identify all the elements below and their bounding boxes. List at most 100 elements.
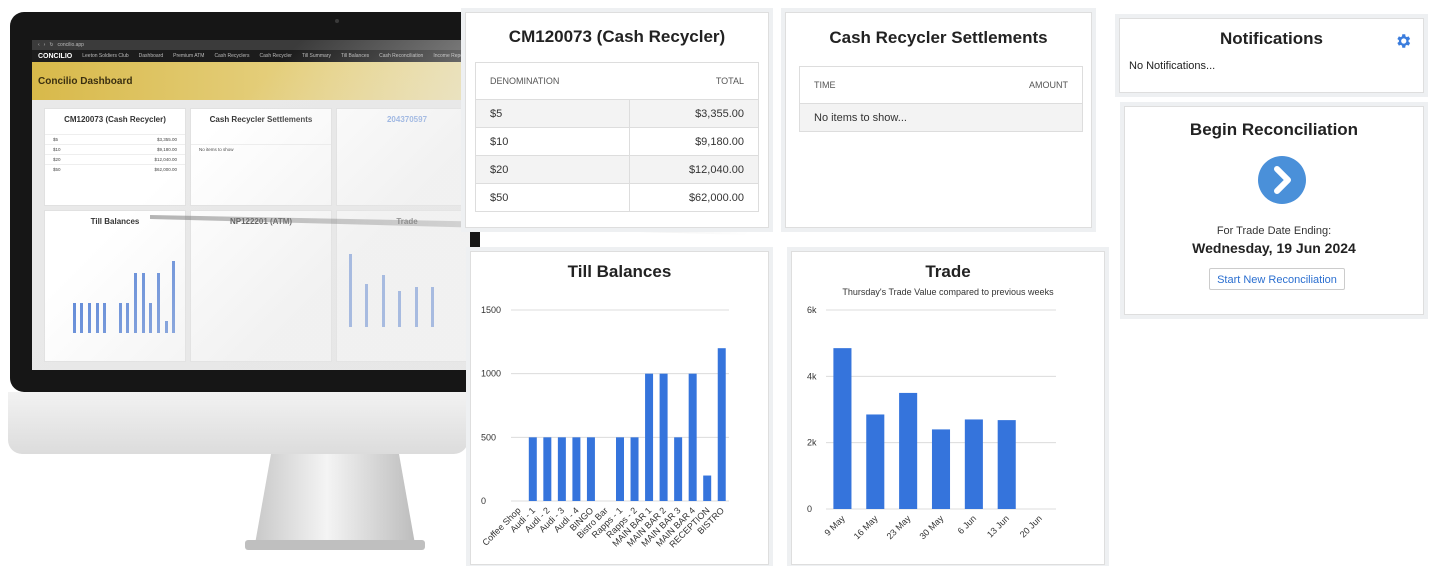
- card-title: Begin Reconciliation: [1189, 120, 1359, 139]
- mini-bar: [414, 286, 418, 327]
- denomination-cell: $20: [476, 155, 631, 184]
- mini-nav-bar: CONCILIO Leeton Soldiers Club Dashboard …: [32, 50, 470, 62]
- x-tick-label: 20 Jun: [1018, 513, 1044, 539]
- bar: [543, 437, 552, 501]
- card-notifications: Notifications No Notifications...: [1119, 18, 1424, 93]
- mini-bar: [164, 321, 168, 333]
- mini-nav-item: Income Report: [433, 53, 467, 59]
- denomination-cell: $50: [476, 183, 631, 211]
- card-trade: Trade Thursday's Trade Value compared to…: [791, 251, 1105, 565]
- bar: [833, 348, 852, 509]
- y-tick-label: 0: [481, 496, 486, 506]
- y-tick-label: 2k: [807, 438, 817, 448]
- trade-date-value: Wednesday, 19 Jun 2024: [1192, 240, 1356, 256]
- denomination-table: DENOMINATION TOTAL $5 $3,355.00 $10 $9,1…: [476, 63, 758, 211]
- denomination-table-wrap: DENOMINATION TOTAL $5 $3,355.00 $10 $9,1…: [475, 62, 759, 212]
- mini-nav-item: Cash Recyclers: [214, 53, 250, 59]
- start-new-reconciliation-button[interactable]: Start New Reconciliation: [1209, 268, 1345, 290]
- trade-date-label: For Trade Date Ending:: [1216, 225, 1332, 237]
- gear-icon[interactable]: [1394, 32, 1412, 50]
- card-title: CM120073 (Cash Recycler): [508, 27, 726, 46]
- mini-card-title: CM120073 (Cash Recycler): [64, 115, 166, 124]
- y-tick-label: 1000: [481, 369, 501, 379]
- monitor-stand-foot: [245, 540, 425, 550]
- table-row: $5 $3,355.00: [476, 99, 758, 128]
- camera-dot: [335, 19, 339, 23]
- mini-url: concilio.app: [57, 42, 84, 48]
- monitor-chin: [8, 392, 468, 454]
- mini-row: $50 $62,000.00: [45, 164, 185, 174]
- mini-row: $10 $9,180.00: [45, 144, 185, 154]
- bar: [866, 414, 885, 509]
- column-header-total: TOTAL: [629, 63, 758, 100]
- mini-chart: [65, 243, 180, 333]
- mini-row: $5 $3,355.00: [45, 134, 185, 144]
- mini-back-icon: ‹: [38, 42, 40, 48]
- denomination-cell: $10: [476, 127, 631, 156]
- bar: [616, 437, 624, 501]
- x-tick-label: 9 May: [822, 513, 847, 538]
- x-tick-label: 13 Jun: [985, 513, 1011, 539]
- mini-nav-item: Cash Recycler: [259, 53, 292, 59]
- bar: [964, 419, 983, 509]
- chevron-right-glyph: [1274, 166, 1291, 194]
- mini-reload-icon: ↻: [49, 42, 54, 48]
- card-cash-recycler: CM120073 (Cash Recycler) DENOMINATION TO…: [465, 12, 769, 228]
- mini-nav-item: Till Summary: [301, 53, 331, 59]
- empty-state-text: No Notifications...: [1129, 60, 1216, 72]
- table-row: $10 $9,180.00: [476, 127, 758, 156]
- mini-bar: [398, 291, 402, 327]
- monitor-mockup: ‹ › ↻ concilio.app CONCILIO Leeton Soldi…: [0, 0, 480, 566]
- bar: [572, 437, 581, 501]
- mini-browser-bar: ‹ › ↻ concilio.app: [32, 40, 470, 50]
- mini-nav-item: Till Balances: [340, 53, 370, 59]
- card-settlements: Cash Recycler Settlements TIME AMOUNT No…: [785, 12, 1092, 228]
- mini-bar: [365, 284, 369, 327]
- chevron-right-icon[interactable]: [1258, 156, 1306, 204]
- table-row: $50 $62,000.00: [476, 183, 758, 211]
- mini-nav-item: Dashboard: [138, 53, 164, 59]
- bar: [645, 373, 654, 501]
- mini-bar: [72, 303, 76, 333]
- empty-state-text: No items to show...: [800, 103, 1082, 131]
- x-tick-label: 23 May: [885, 513, 913, 541]
- table-row: No items to show...: [800, 103, 1082, 131]
- mini-bar: [172, 261, 176, 333]
- y-tick-label: 4k: [807, 371, 817, 381]
- trade-chart: 0 2k 4k 6k 9 May 16 May 23 May 30 May 6 Jun 13 Ju…: [807, 305, 1056, 541]
- card-title: Cash Recycler Settlements: [829, 28, 1048, 47]
- mini-card-trade: Trade: [336, 210, 470, 362]
- bar: [997, 420, 1016, 509]
- y-tick-label: 500: [481, 432, 496, 442]
- mini-card-title: Cash Recycler Settlements: [209, 115, 313, 124]
- settlements-table: TIME AMOUNT No items to show...: [800, 67, 1082, 131]
- denomination-cell: $5: [476, 99, 631, 128]
- mini-card-title: 204370597: [386, 115, 428, 124]
- mini-bar: [381, 274, 385, 327]
- mini-bar: [134, 273, 137, 333]
- x-tick-label: 6 Jun: [956, 513, 979, 536]
- mini-bar: [141, 273, 145, 333]
- table-row: $20 $12,040.00: [476, 155, 758, 184]
- bar: [688, 373, 697, 501]
- mini-bar: [103, 303, 107, 333]
- mini-card-settlements: Cash Recycler Settlements No items to sh…: [190, 108, 332, 206]
- bar: [528, 437, 537, 501]
- bar: [659, 373, 668, 501]
- mini-card-atm: NP122201 (ATM): [190, 210, 332, 362]
- mini-nav-item: Cash Reconciliation: [379, 53, 424, 59]
- bar: [703, 475, 712, 501]
- card-till-balances: Till Balances 0 500 1000 1500 Coffee Shop Aud…: [470, 251, 769, 565]
- mini-card-atm-number: 204370597: [336, 108, 470, 206]
- table-header-row: TIME AMOUNT: [800, 67, 1082, 104]
- mini-bar: [118, 303, 122, 333]
- total-cell: $12,040.00: [629, 155, 758, 184]
- mini-bar: [80, 303, 84, 333]
- mini-nav-item: Premium ATM: [173, 53, 205, 59]
- mini-bar: [88, 303, 91, 333]
- mini-bar: [149, 303, 153, 333]
- mini-chart: [349, 237, 464, 327]
- mini-chart: [205, 257, 320, 327]
- bar: [899, 392, 918, 509]
- mini-dashboard-preview: ‹ › ↻ concilio.app CONCILIO Leeton Soldi…: [32, 40, 470, 370]
